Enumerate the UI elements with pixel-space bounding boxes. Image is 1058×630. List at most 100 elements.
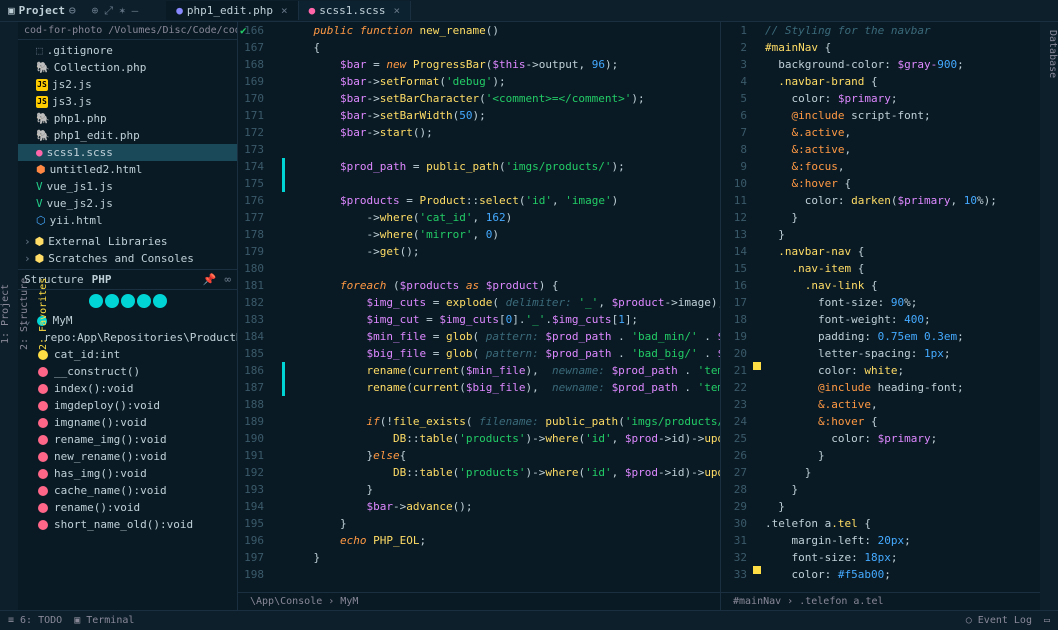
code-line[interactable]: 31 margin-left: 20px; xyxy=(721,532,1040,549)
todo-tab[interactable]: ≡ 6: TODO xyxy=(8,615,62,626)
code-line[interactable]: 22 @include heading-font; xyxy=(721,379,1040,396)
code-line[interactable]: 170 $bar->setBarCharacter('<comment>=</c… xyxy=(238,90,720,107)
editor-tab[interactable]: ●scss1.scss× xyxy=(299,1,411,20)
link-icon[interactable]: ∞ xyxy=(224,273,231,286)
gutter-database[interactable]: Database xyxy=(1047,30,1058,78)
code-line[interactable]: 166 public function new_rename() xyxy=(238,22,720,39)
code-line[interactable]: 17 font-size: 90%; xyxy=(721,294,1040,311)
file-tree-item[interactable]: 🐘php1.php xyxy=(18,110,237,127)
fold-gutter[interactable] xyxy=(270,73,282,90)
structure-item[interactable]: repo:App\Repositories\ProductRepo xyxy=(18,329,237,346)
fold-gutter[interactable] xyxy=(270,396,282,413)
code-line[interactable]: 16 .nav-link { xyxy=(721,277,1040,294)
code-line[interactable]: 30.telefon a.tel { xyxy=(721,515,1040,532)
filter-dot[interactable] xyxy=(153,294,167,308)
code-line[interactable]: 178 ->where('mirror', 0) xyxy=(238,226,720,243)
tab-structure[interactable]: Structure xyxy=(24,273,84,286)
fold-gutter[interactable] xyxy=(270,515,282,532)
fold-gutter[interactable] xyxy=(270,141,282,158)
code-line[interactable]: 187 rename(current($big_file), newname: … xyxy=(238,379,720,396)
filter-dot[interactable] xyxy=(121,294,135,308)
structure-item[interactable]: cache_name():void xyxy=(18,482,237,499)
fold-gutter[interactable] xyxy=(270,209,282,226)
code-line[interactable]: 176 $products = Product::select('id', 'i… xyxy=(238,192,720,209)
code-line[interactable]: 6 @include script-font; xyxy=(721,107,1040,124)
code-line[interactable]: 32 font-size: 18px; xyxy=(721,549,1040,566)
code-line[interactable]: 19 padding: 0.75em 0.3em; xyxy=(721,328,1040,345)
code-line[interactable]: 198 xyxy=(238,566,720,583)
code-line[interactable]: 188 xyxy=(238,396,720,413)
editor-right[interactable]: 1// Styling for the navbar2#mainNav {3 b… xyxy=(720,22,1040,610)
code-line[interactable]: 172 $bar->start(); xyxy=(238,124,720,141)
code-line[interactable]: 173 xyxy=(238,141,720,158)
fold-gutter[interactable] xyxy=(270,566,282,583)
code-line[interactable]: 1// Styling for the navbar xyxy=(721,22,1040,39)
filter-dot[interactable] xyxy=(137,294,151,308)
fold-gutter[interactable] xyxy=(270,498,282,515)
gutter-structure[interactable]: 2: Structure xyxy=(19,22,30,606)
code-line[interactable]: 24 &:hover { xyxy=(721,413,1040,430)
breadcrumb-left[interactable]: \App\Console › MyM xyxy=(238,592,720,610)
expand-icon[interactable]: ⤢ xyxy=(104,4,113,18)
fold-gutter[interactable] xyxy=(270,345,282,362)
file-tree-item[interactable]: 🐘php1_edit.php xyxy=(18,127,237,144)
left-tool-gutter[interactable]: 1: Project 2: Structure 2: Favorites xyxy=(0,22,18,610)
structure-item[interactable]: cat_id:int xyxy=(18,346,237,363)
code-line[interactable]: 182 $img_cuts = explode( delimiter: '_',… xyxy=(238,294,720,311)
gutter-favorites[interactable]: 2: Favorites xyxy=(38,22,49,606)
code-line[interactable]: 195 } xyxy=(238,515,720,532)
code-line[interactable]: 7 &.active, xyxy=(721,124,1040,141)
structure-item[interactable]: index():void xyxy=(18,380,237,397)
code-line[interactable]: 186 rename(current($min_file), newname: … xyxy=(238,362,720,379)
code-line[interactable]: 191 }else{ xyxy=(238,447,720,464)
code-line[interactable]: 184 $min_file = glob( pattern: $prod_pat… xyxy=(238,328,720,345)
code-line[interactable]: 33 color: #f5ab00; xyxy=(721,566,1040,583)
structure-item[interactable]: imgname():void xyxy=(18,414,237,431)
gutter-project[interactable]: 1: Project xyxy=(0,22,11,606)
code-line[interactable]: 10 &:hover { xyxy=(721,175,1040,192)
code-line[interactable]: 25 color: $primary; xyxy=(721,430,1040,447)
structure-filter-dots[interactable] xyxy=(18,290,237,312)
structure-item[interactable]: __construct() xyxy=(18,363,237,380)
breadcrumb-right[interactable]: #mainNav › .telefon a.tel xyxy=(721,592,1040,610)
structure-item[interactable]: rename():void xyxy=(18,499,237,516)
right-tool-gutter[interactable]: Database xyxy=(1040,22,1058,610)
code-line[interactable]: 21 color: white; xyxy=(721,362,1040,379)
file-tree-item[interactable]: JSjs2.js xyxy=(18,76,237,93)
fold-gutter[interactable] xyxy=(270,158,282,175)
code-line[interactable]: 181 foreach ($products as $product) { xyxy=(238,277,720,294)
structure-item[interactable]: new_rename():void xyxy=(18,448,237,465)
fold-gutter[interactable] xyxy=(270,447,282,464)
hide-icon[interactable]: — xyxy=(132,4,139,18)
fold-gutter[interactable] xyxy=(270,22,282,39)
code-line[interactable]: 197 } xyxy=(238,549,720,566)
close-icon[interactable]: × xyxy=(394,4,401,17)
code-line[interactable]: 27 } xyxy=(721,464,1040,481)
code-line[interactable]: 192 DB::table('products')->where('id', $… xyxy=(238,464,720,481)
code-line[interactable]: 169 $bar->setFormat('debug'); xyxy=(238,73,720,90)
code-line[interactable]: 194 $bar->advance(); xyxy=(238,498,720,515)
event-log-tab[interactable]: ○ Event Log xyxy=(966,615,1032,626)
code-line[interactable]: 14 .navbar-nav { xyxy=(721,243,1040,260)
code-line[interactable]: 9 &:focus, xyxy=(721,158,1040,175)
code-line[interactable]: 175 xyxy=(238,175,720,192)
structure-item[interactable]: short_name_old():void xyxy=(18,516,237,533)
fold-gutter[interactable] xyxy=(270,481,282,498)
fold-gutter[interactable] xyxy=(270,294,282,311)
fold-gutter[interactable] xyxy=(270,243,282,260)
fold-gutter[interactable] xyxy=(270,532,282,549)
code-line[interactable]: 167 { xyxy=(238,39,720,56)
code-line[interactable]: 20 letter-spacing: 1px; xyxy=(721,345,1040,362)
collapse-icon[interactable]: ⊖ xyxy=(69,4,76,17)
code-line[interactable]: 189 if(!file_exists( filename: public_pa… xyxy=(238,413,720,430)
code-line[interactable]: 177 ->where('cat_id', 162) xyxy=(238,209,720,226)
code-line[interactable]: 11 color: darken($primary, 10%); xyxy=(721,192,1040,209)
fold-gutter[interactable] xyxy=(270,379,282,396)
structure-item[interactable]: has_img():void xyxy=(18,465,237,482)
file-tree-item[interactable]: Vvue_js2.js xyxy=(18,195,237,212)
code-area-left[interactable]: 166 public function new_rename()167 {168… xyxy=(238,22,720,592)
fold-gutter[interactable] xyxy=(270,362,282,379)
file-tree-item[interactable]: ⬚.gitignore xyxy=(18,42,237,59)
project-panel-label[interactable]: ▣ Project ⊖ xyxy=(0,4,84,17)
fold-gutter[interactable] xyxy=(270,124,282,141)
